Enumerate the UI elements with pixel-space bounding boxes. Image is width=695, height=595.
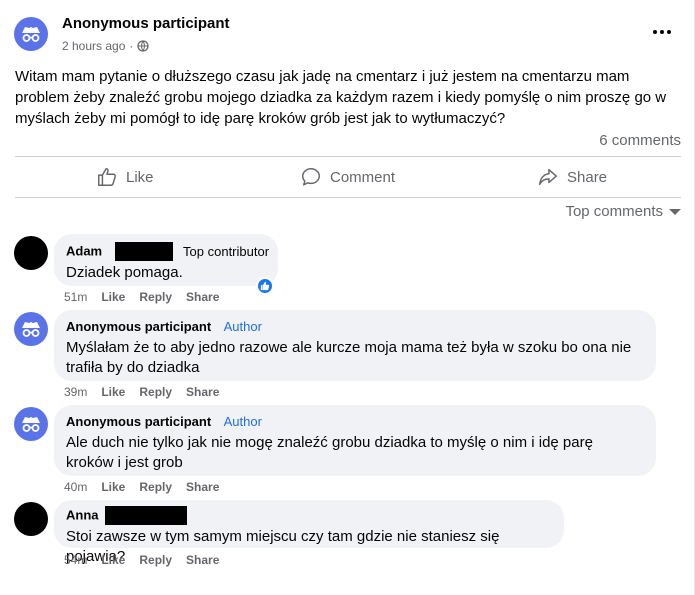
comment-label: Comment xyxy=(330,168,396,186)
globe-icon xyxy=(137,40,150,52)
comment-reply-button[interactable]: Reply xyxy=(139,290,172,304)
comment-bubble: Anonymous participant Author Ale duch ni… xyxy=(54,405,656,476)
commenter-name[interactable]: Adam xyxy=(66,244,102,259)
comment-header: Anonymous participant Author xyxy=(66,318,644,336)
thumbs-up-icon xyxy=(98,168,116,186)
share-label: Share xyxy=(567,168,608,186)
more-icon xyxy=(653,30,657,34)
commenter-name[interactable]: Anonymous participant xyxy=(66,319,211,334)
redaction-bar xyxy=(104,506,187,525)
post-author-name[interactable]: Anonymous participant xyxy=(62,15,230,32)
comment-actions: 39m Like Reply Share xyxy=(64,385,219,399)
post-body: Witam mam pytanie o dłuższego czasu jak … xyxy=(15,68,667,127)
comment-bubble: Adam Top contributor Dziadek pomaga. xyxy=(54,234,278,286)
divider xyxy=(15,156,681,157)
comment-share-button[interactable]: Share xyxy=(186,385,219,399)
divider xyxy=(15,197,681,198)
incognito-icon xyxy=(22,417,40,432)
comment-header: Anna xyxy=(66,506,552,525)
comment-time[interactable]: 51m xyxy=(64,290,87,304)
comment-share-button[interactable]: Share xyxy=(186,290,219,304)
comment-header: Adam Top contributor xyxy=(66,242,270,261)
commenter-name[interactable]: Anonymous participant xyxy=(66,414,211,429)
more-options-button[interactable] xyxy=(651,22,673,42)
comment-text: Myślałam że to aby jedno razowe ale kurc… xyxy=(66,339,632,376)
post-time[interactable]: 2 hours ago xyxy=(62,39,125,53)
sort-label: Top comments xyxy=(565,203,663,220)
comment-bubble: Anonymous participant Author Myślałam że… xyxy=(54,310,656,381)
like-label: Like xyxy=(126,168,154,186)
comment-time[interactable]: 39m xyxy=(64,385,87,399)
comment-actions: 54m Like Reply Share xyxy=(64,553,219,567)
comment-like-button[interactable]: Like xyxy=(101,553,125,567)
comment-count[interactable]: 6 comments xyxy=(599,132,681,149)
comment-bubble: Anna Stoi zawsze w tym samym miejscu czy… xyxy=(54,500,564,565)
comment-header: Anonymous participant Author xyxy=(66,413,644,431)
commenter-avatar[interactable] xyxy=(14,312,48,346)
comment-reply-button[interactable]: Reply xyxy=(139,553,172,567)
comment-bubble-icon xyxy=(302,168,320,186)
share-button[interactable]: Share xyxy=(537,160,607,194)
commenter-avatar[interactable] xyxy=(14,407,48,441)
comment-reply-button[interactable]: Reply xyxy=(139,385,172,399)
like-reaction[interactable] xyxy=(256,277,274,295)
comment-sort-dropdown[interactable]: Top comments xyxy=(565,203,681,220)
comment-like-button[interactable]: Like xyxy=(101,480,125,494)
author-avatar[interactable] xyxy=(14,17,48,51)
comment-time[interactable]: 40m xyxy=(64,480,87,494)
comment-reply-button[interactable]: Reply xyxy=(139,480,172,494)
caret-down-icon xyxy=(669,208,681,215)
author-badge: Author xyxy=(223,414,262,429)
post-meta: 2 hours ago · xyxy=(62,39,150,53)
commenter-name[interactable]: Anna xyxy=(66,508,99,523)
redaction-bar xyxy=(114,242,173,261)
comment-share-button[interactable]: Share xyxy=(186,553,219,567)
comment-text: Ale duch nie tylko jak nie mogę znaleźć … xyxy=(66,434,593,471)
author-badge: Author xyxy=(223,319,262,334)
like-button[interactable]: Like xyxy=(96,160,154,194)
comment-text: Dziadek pomaga. xyxy=(66,264,183,281)
commenter-avatar[interactable] xyxy=(14,236,48,270)
top-contributor-badge: Top contributor xyxy=(183,243,270,259)
comment-actions: 51m Like Reply Share xyxy=(64,290,219,304)
post-card: Anonymous participant 2 hours ago · Wita… xyxy=(0,0,695,595)
incognito-icon xyxy=(22,27,40,42)
like-reaction-icon xyxy=(260,281,270,291)
comment-like-button[interactable]: Like xyxy=(101,290,125,304)
comment-time[interactable]: 54m xyxy=(64,553,87,567)
share-arrow-icon xyxy=(539,168,557,186)
comment-share-button[interactable]: Share xyxy=(186,480,219,494)
incognito-icon xyxy=(22,322,40,337)
meta-separator: · xyxy=(129,39,134,53)
comment-button[interactable]: Comment xyxy=(300,160,395,194)
comment-like-button[interactable]: Like xyxy=(101,385,125,399)
commenter-avatar[interactable] xyxy=(14,502,48,536)
comment-actions: 40m Like Reply Share xyxy=(64,480,219,494)
